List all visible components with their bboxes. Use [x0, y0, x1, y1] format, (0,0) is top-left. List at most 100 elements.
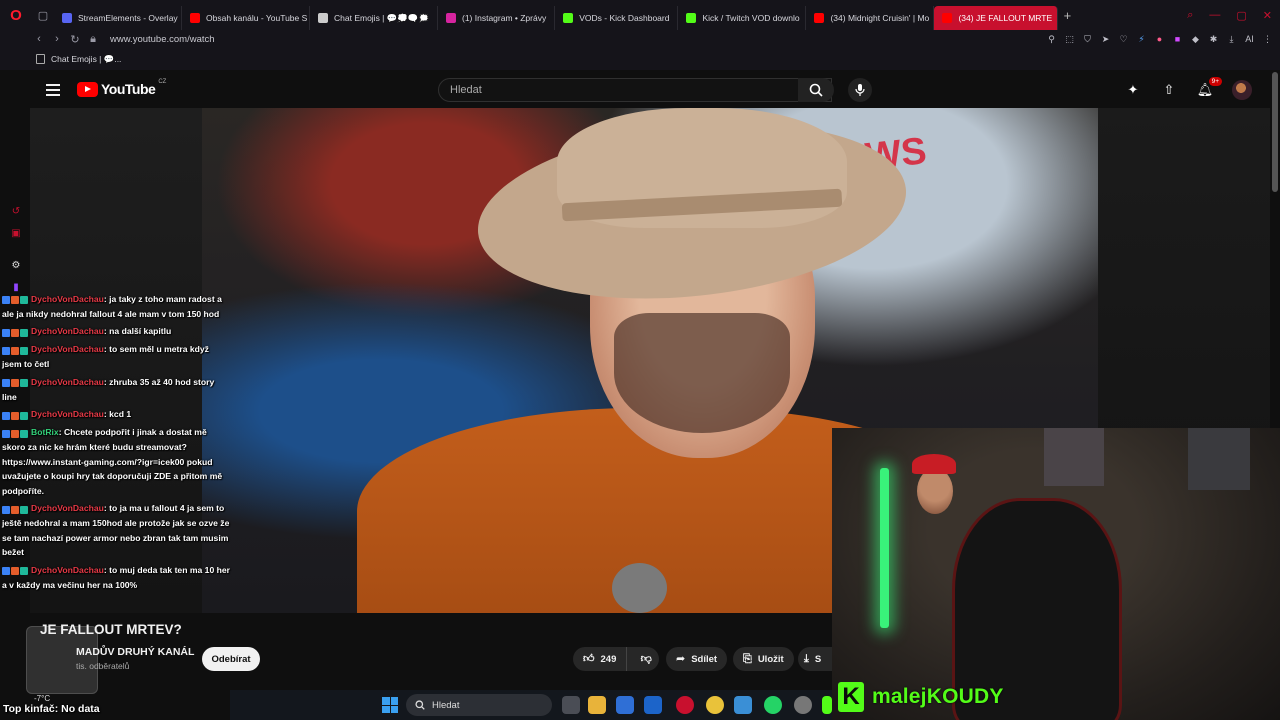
snapshot-icon[interactable]: ⬚ [1065, 34, 1074, 45]
search-input[interactable]: Hledat [438, 78, 832, 102]
minimize-icon[interactable]: — [1209, 9, 1220, 21]
forward-icon[interactable]: › [48, 33, 66, 45]
browser-tab[interactable]: VODs - Kick Dashboard [555, 6, 679, 30]
browser-tab[interactable]: (1) Instagram • Zprávy [438, 6, 556, 30]
chat-badges [2, 563, 29, 578]
wallet-icon[interactable]: ▣ [9, 226, 23, 240]
taskbar-search[interactable]: Hledat [406, 694, 552, 716]
pin-icon[interactable]: ⚲ [1047, 34, 1056, 45]
upload-icon[interactable]: ⇧ [1160, 81, 1178, 99]
browser-tab[interactable]: (34) Midnight Cruisin' | Mo [806, 6, 935, 30]
chat-username[interactable]: DychoVonDachau [31, 565, 104, 575]
chat-username[interactable]: DychoVonDachau [31, 377, 104, 387]
beard [614, 313, 790, 433]
browser-tab[interactable]: StreamElements - Overlay [54, 6, 182, 30]
voice-search-button[interactable] [848, 78, 872, 102]
stream-chat-overlay: DychoVonDachau: ja taky z toho mam rados… [2, 292, 230, 595]
chat-text: : na další kapitlu [103, 326, 172, 337]
window-controls: ⌕ — ▢ ✕ [1187, 0, 1272, 30]
search-button[interactable] [798, 78, 834, 102]
more-icon[interactable]: ⋮ [1263, 34, 1272, 45]
sword-badge-icon [11, 296, 19, 305]
lock-icon: 🔒︎ [90, 32, 96, 45]
extension-icon[interactable]: ● [1155, 34, 1164, 44]
browser-tab[interactable]: (34) JE FALLOUT MRTE [934, 6, 1059, 30]
save-button[interactable]: ⎘ Uložit [733, 647, 794, 671]
chat-username[interactable]: DychoVonDachau [31, 503, 104, 513]
chat-username[interactable]: DychoVonDachau [31, 294, 104, 304]
extension-icon[interactable]: ◆ [1191, 34, 1200, 45]
obs-icon[interactable] [794, 696, 812, 714]
task-view-icon[interactable] [562, 696, 580, 714]
opera-icon[interactable]: O [0, 0, 32, 30]
vpn-icon[interactable]: ⛉ [1083, 34, 1092, 45]
download-button[interactable]: ⤓ S [798, 647, 832, 671]
search-tabs-icon[interactable]: ⌕ [1187, 9, 1193, 22]
bookmark-item[interactable]: Chat Emojis | 💬... [51, 54, 121, 65]
platform-badge-icon [2, 328, 10, 337]
wall-poster [1188, 428, 1250, 490]
settings-icon[interactable]: ⚙ [9, 258, 23, 272]
tab-workspaces-icon[interactable]: ▢ [32, 0, 54, 30]
chat-username[interactable]: BotRix [31, 427, 59, 437]
chat-username[interactable]: DychoVonDachau [31, 326, 104, 336]
address-bar: ‹ › ↻ 🔒︎ www.youtube.com/watch ⚲ ⬚ ⛉ ➤ ♡… [0, 30, 1280, 48]
like-button[interactable]: 👍︎ 249 [573, 647, 628, 671]
browser-tab[interactable]: Obsah kanálu - YouTube S [182, 6, 310, 30]
url-field[interactable]: www.youtube.com/watch [110, 34, 215, 45]
address-bar-extensions: ⚲ ⬚ ⛉ ➤ ♡ ⚡ ● ■ ◆ ✱ ⤓ AI ⋮ [1047, 30, 1272, 48]
bookmarks-bar: Chat Emojis | 💬... [0, 48, 1280, 70]
back-icon[interactable]: ‹ [30, 33, 48, 45]
chrome-icon[interactable] [706, 696, 724, 714]
new-tab-button[interactable]: + [1058, 3, 1076, 27]
chat-username[interactable]: DychoVonDachau [31, 409, 104, 419]
whatsapp-icon[interactable] [764, 696, 782, 714]
figurine-head [917, 468, 953, 514]
menu-icon[interactable] [46, 84, 60, 96]
history-icon[interactable]: ↺ [9, 204, 23, 218]
bookmark-page-icon [36, 54, 45, 64]
video-title: JE FALLOUT MRTEV? [40, 622, 182, 637]
search-icon [809, 83, 823, 97]
bell-icon[interactable]: 🔔︎ 9+ [1196, 77, 1222, 99]
puzzle-icon[interactable]: ✱ [1209, 34, 1218, 45]
share-button[interactable]: ➦ Sdílet [666, 647, 728, 671]
browser-tab[interactable]: Kick / Twitch VOD downlo [678, 6, 807, 30]
subscribe-button[interactable]: Odebírat [202, 647, 260, 671]
like-dislike-group: 👍︎ 249 👎︎ [573, 647, 659, 671]
mail-icon[interactable] [644, 696, 662, 714]
close-icon[interactable]: ✕ [1263, 9, 1272, 22]
send-icon[interactable]: ➤ [1101, 34, 1110, 45]
tab-favicon-icon [814, 13, 825, 23]
extension-icon[interactable]: ■ [1173, 34, 1182, 44]
chat-message: DychoVonDachau: zhruba 35 až 40 hod stor… [2, 375, 230, 404]
ai-icon[interactable]: AI [1245, 34, 1254, 44]
tab-label: (34) JE FALLOUT MRTE [958, 13, 1053, 23]
file-explorer-icon[interactable] [588, 696, 606, 714]
kick-taskbar-icon[interactable] [822, 696, 832, 714]
chat-username[interactable]: DychoVonDachau [31, 344, 104, 354]
heart-icon[interactable]: ♡ [1119, 34, 1128, 45]
photos-icon[interactable] [734, 696, 752, 714]
like-count: 249 [600, 653, 617, 665]
reload-icon[interactable]: ↻ [66, 33, 84, 46]
notification-badge: 9+ [1208, 77, 1222, 86]
youtube-logo[interactable]: YouTube CZ [77, 79, 166, 97]
dislike-button[interactable]: 👎︎ [633, 647, 659, 671]
store-icon[interactable] [616, 696, 634, 714]
youtube-header: YouTube CZ Hledat ✦ ⇧ 🔔︎ 9+ [32, 72, 1272, 108]
page-scrollbar[interactable] [1272, 72, 1278, 192]
maximize-icon[interactable]: ▢ [1236, 9, 1246, 22]
platform-badge-icon [2, 429, 10, 438]
download-icon[interactable]: ⤓ [1227, 34, 1236, 45]
browser-tab[interactable]: Chat Emojis | 💬💭🗨️🗯️ [310, 6, 438, 30]
opera-taskbar-icon[interactable] [676, 696, 694, 714]
create-icon[interactable]: ✦ [1124, 81, 1142, 99]
chat-message: DychoVonDachau: na další kapitlu [2, 324, 230, 339]
avatar[interactable] [1232, 80, 1252, 100]
extension-icon[interactable]: ⚡ [1137, 34, 1146, 45]
channel-name[interactable]: MADŮV DRUHÝ KANÁL [76, 646, 194, 658]
windows-taskbar: Hledat [230, 690, 832, 720]
windows-icon[interactable] [382, 697, 398, 713]
chat-message: DychoVonDachau: to sem měl u metra když … [2, 342, 230, 371]
